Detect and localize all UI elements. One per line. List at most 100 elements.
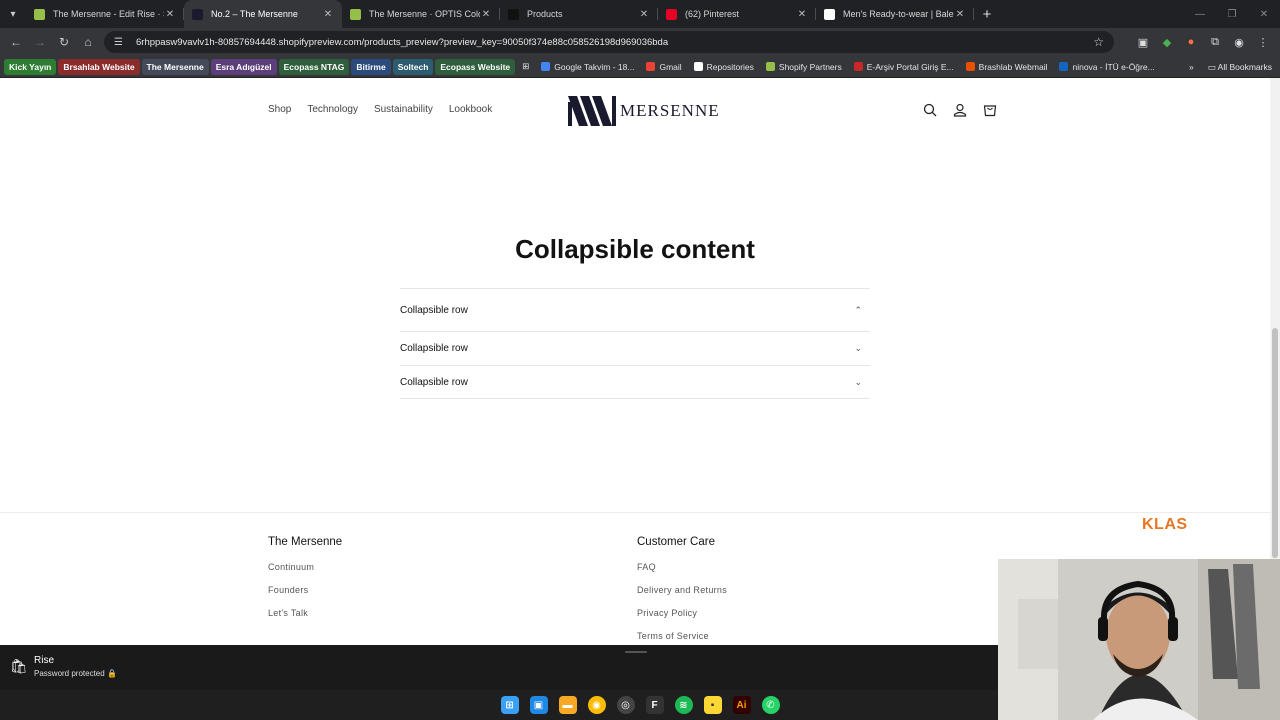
webcam-person-image [998, 559, 1280, 720]
bookmark-item[interactable]: Esra Adıgüzel [210, 58, 277, 75]
bookmark-item[interactable]: Brashlab Webmail [961, 59, 1053, 75]
footer-link[interactable]: Let's Talk [268, 608, 342, 618]
new-tab-button[interactable]: + [974, 6, 1000, 23]
footer-link[interactable]: Privacy Policy [637, 608, 727, 618]
tab-search-icon[interactable]: ▾ [0, 0, 26, 28]
spotify-icon[interactable]: ≋ [674, 696, 693, 714]
mersenne-logo-icon [568, 96, 616, 126]
collapsible-row[interactable]: Collapsible row ⌃ [400, 288, 870, 331]
tab-close-icon[interactable]: ✕ [322, 9, 334, 20]
bookmark-item[interactable]: Bitirme [351, 58, 391, 75]
whatsapp-icon[interactable]: ✆ [761, 696, 780, 714]
bookmark-item[interactable]: The Mersenne [141, 58, 209, 75]
collapsible-row-label: Collapsible row [400, 376, 468, 388]
footer-link[interactable]: Delivery and Returns [637, 585, 727, 595]
apps-grid-icon[interactable]: ⊞ [517, 59, 534, 75]
minimize-icon[interactable]: — [1184, 9, 1216, 20]
tab-close-icon[interactable]: ✕ [480, 9, 492, 20]
collapsible-row-label: Collapsible row [400, 304, 468, 316]
bookmark-label: The Mersenne [146, 61, 204, 72]
bookmark-item[interactable]: ninova - İTÜ e-Öğre... [1054, 59, 1159, 75]
tab-close-icon[interactable]: ✕ [796, 9, 808, 20]
extensions-area: ▣ ◆ ● ⧉ ◉ ⋮ [1134, 28, 1272, 56]
bookmark-item[interactable]: Kick Yayın [4, 58, 57, 75]
extension-icon[interactable]: ● [1182, 33, 1200, 51]
back-icon[interactable]: ← [4, 30, 28, 54]
windows-start-icon[interactable]: ⊞ [500, 696, 519, 714]
chrome-icon[interactable]: ◉ [587, 696, 606, 714]
tab-close-icon[interactable]: ✕ [638, 9, 650, 20]
color-picker-icon[interactable]: ◆ [1158, 33, 1176, 51]
browser-tab[interactable]: Men's Ready-to-wear | Balencia✕ [816, 0, 974, 28]
tab-title: (62) Pinterest [685, 9, 740, 19]
home-icon[interactable]: ⌂ [76, 30, 100, 54]
illustrator-icon[interactable]: Ai [732, 696, 751, 714]
bookmark-label: Soltech [397, 61, 429, 72]
forward-icon[interactable]: → [28, 30, 52, 54]
all-bookmarks[interactable]: ▭ All Bookmarks [1208, 62, 1272, 73]
maximize-icon[interactable]: ❐ [1216, 9, 1248, 20]
search-icon[interactable] [922, 102, 938, 118]
nav-link-technology[interactable]: Technology [307, 104, 358, 115]
profile-avatar-icon[interactable]: ◉ [1230, 33, 1248, 51]
cast-icon[interactable]: ▣ [1134, 33, 1152, 51]
bookmark-item[interactable]: Shopify Partners [761, 59, 847, 75]
scrollbar-thumb[interactable] [1272, 328, 1278, 558]
bookmark-item[interactable]: Gmail [641, 59, 686, 75]
footer-link[interactable]: FAQ [637, 562, 727, 572]
webcam-overlay [998, 559, 1280, 720]
bookmark-label: Esra Adıgüzel [215, 61, 272, 72]
bookmark-label: Shopify Partners [778, 61, 842, 72]
chevron-up-icon: ⌃ [854, 304, 862, 315]
file-explorer-icon[interactable]: ▬ [558, 696, 577, 714]
close-window-icon[interactable]: ✕ [1248, 9, 1280, 20]
bookmark-item[interactable]: Brsahlab Website [58, 58, 140, 75]
tab-close-icon[interactable]: ✕ [954, 9, 966, 20]
more-menu-icon[interactable]: ⋮ [1254, 33, 1272, 51]
tab-title: Products [527, 9, 563, 19]
nav-link-shop[interactable]: Shop [268, 104, 291, 115]
bookmark-item[interactable]: Repositories [689, 59, 759, 75]
bookmark-item[interactable]: Google Takvim - 18... [536, 59, 639, 75]
bookmark-item[interactable]: Ecopass Website [435, 58, 516, 75]
store-logo[interactable]: MERSENNE [568, 96, 720, 126]
browser-tab[interactable]: No.2 – The Mersenne ✕ [184, 0, 342, 28]
browser-tab[interactable]: (62) Pinterest ✕ [658, 0, 816, 28]
app-icon[interactable]: ▣ [529, 696, 548, 714]
tab-favicon-icon [508, 8, 519, 20]
sticky-notes-icon[interactable]: ▪ [703, 696, 722, 714]
cart-icon[interactable] [982, 102, 998, 118]
collapsible-row[interactable]: Collapsible row ⌄ [400, 365, 870, 399]
section-title: Collapsible content [515, 234, 755, 264]
tab-separator [973, 8, 974, 20]
browser-tab[interactable]: The Mersenne - Edit Rise · Shop✕ [26, 0, 184, 28]
footer-link[interactable]: Founders [268, 585, 342, 595]
header-nav: Shop Technology Sustainability Lookbook [268, 104, 492, 115]
figma-icon[interactable]: F [645, 696, 664, 714]
account-icon[interactable] [952, 102, 968, 118]
bookmark-label: Google Takvim - 18... [554, 61, 635, 72]
site-info-icon[interactable]: ☰ [114, 37, 128, 48]
collapsible-row[interactable]: Collapsible row ⌄ [400, 331, 870, 365]
bookmark-item[interactable]: E-Arşiv Portal Giriş E... [849, 59, 959, 75]
bookmark-star-icon[interactable]: ☆ [1093, 35, 1104, 49]
footer-link[interactable]: Terms of Service [637, 631, 727, 641]
tab-favicon-icon [34, 8, 45, 20]
more-bookmarks-icon[interactable]: » [1189, 62, 1194, 72]
preview-bar-handle[interactable] [625, 651, 647, 653]
bookmark-label: E-Arşiv Portal Giriş E... [866, 61, 954, 72]
obs-icon[interactable]: ◎ [616, 696, 635, 714]
address-bar[interactable]: ☰ 6rhppasw9vavlv1h-80857694448.shopifypr… [104, 31, 1114, 53]
nav-link-sustainability[interactable]: Sustainability [374, 104, 433, 115]
browser-tab[interactable]: Products ✕ [500, 0, 658, 28]
bookmark-item[interactable]: Ecopass NTAG [278, 58, 350, 75]
nav-link-lookbook[interactable]: Lookbook [449, 104, 492, 115]
bookmarks-right: » ▭ All Bookmarks [1189, 56, 1272, 78]
bookmark-favicon-icon [765, 62, 775, 71]
reload-icon[interactable]: ↻ [52, 30, 76, 54]
footer-link[interactable]: Continuum [268, 562, 342, 572]
puzzle-icon[interactable]: ⧉ [1206, 33, 1224, 51]
bookmark-item[interactable]: Soltech [392, 58, 434, 75]
tab-close-icon[interactable]: ✕ [164, 9, 176, 20]
browser-tab[interactable]: The Mersenne · OPTIS Color Sw✕ [342, 0, 500, 28]
